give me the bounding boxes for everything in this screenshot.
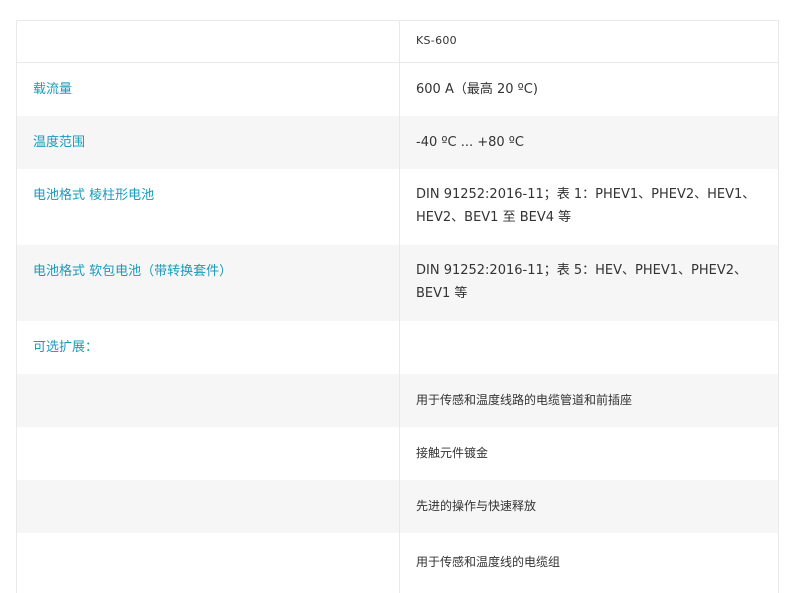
table-row: 可选扩展： xyxy=(17,321,778,374)
table-row: 用于传感和温度线的电缆组 xyxy=(17,533,778,593)
spec-value-current-capacity: 600 A（最高 20 ºC) xyxy=(399,63,778,116)
spec-value-cable-duct: 用于传感和温度线路的电缆管道和前插座 xyxy=(399,374,778,427)
spec-label-empty xyxy=(17,374,399,427)
table-row: 用于传感和温度线路的电缆管道和前插座 xyxy=(17,374,778,427)
spec-value-pouch-cell: DIN 91252:2016-11；表 5：HEV、PHEV1、PHEV2、BE… xyxy=(399,245,778,321)
spec-value-prismatic-cell: DIN 91252:2016-11；表 1：PHEV1、PHEV2、HEV1、H… xyxy=(399,169,778,245)
table-row: 接触元件镀金 xyxy=(17,427,778,480)
header-label-cell xyxy=(17,21,399,62)
spec-label-empty xyxy=(17,533,399,593)
spec-value-quick-release: 先进的操作与快速释放 xyxy=(399,480,778,533)
spec-label-temperature-range: 温度范围 xyxy=(33,135,86,150)
spec-value-temperature-range: -40 ºC ... +80 ºC xyxy=(399,116,778,169)
spec-label-empty xyxy=(17,480,399,533)
spec-label-pouch-cell: 电池格式 软包电池（带转换套件） xyxy=(33,264,233,279)
spec-label-optional-extensions: 可选扩展： xyxy=(33,340,99,355)
spec-value-gold-plating: 接触元件镀金 xyxy=(399,427,778,480)
spec-value-optional-extensions xyxy=(399,321,778,374)
table-row: 电池格式 棱柱形电池 DIN 91252:2016-11；表 1：PHEV1、P… xyxy=(17,169,778,245)
table-row: 载流量 600 A（最高 20 ºC) xyxy=(17,63,778,116)
table-row: 温度范围 -40 ºC ... +80 ºC xyxy=(17,116,778,169)
spec-table: KS-600 载流量 600 A（最高 20 ºC) 温度范围 -40 ºC .… xyxy=(16,20,779,593)
table-row: 电池格式 软包电池（带转换套件） DIN 91252:2016-11；表 5：H… xyxy=(17,245,778,321)
spec-label-empty xyxy=(17,427,399,480)
spec-label-current-capacity: 载流量 xyxy=(33,82,73,97)
spec-label-prismatic-cell: 电池格式 棱柱形电池 xyxy=(33,188,155,203)
table-row: 先进的操作与快速释放 xyxy=(17,480,778,533)
model-name: KS-600 xyxy=(399,21,778,62)
spec-value-cable-set: 用于传感和温度线的电缆组 xyxy=(399,533,778,593)
table-header-row: KS-600 xyxy=(17,21,778,63)
